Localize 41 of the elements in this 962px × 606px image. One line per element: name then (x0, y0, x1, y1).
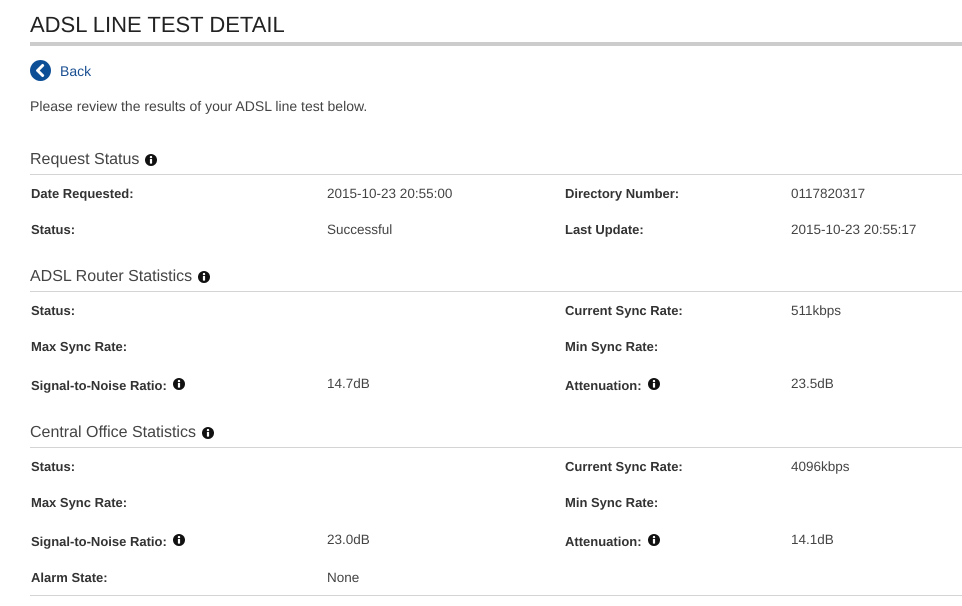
info-icon[interactable] (648, 378, 660, 390)
info-icon[interactable] (198, 271, 210, 283)
field-label: Last Update: (565, 222, 644, 236)
field-label: Status: (31, 222, 76, 236)
field-label: Directory Number: (565, 186, 680, 200)
field-value: 14.1dB (791, 532, 834, 547)
field-label: Date Requested: (31, 186, 134, 200)
field-label: Current Sync Rate: (565, 458, 683, 474)
info-icon[interactable] (145, 154, 158, 166)
info-icon[interactable] (202, 427, 214, 439)
field-value: None (327, 570, 360, 584)
intro-text: Please review the results of your ADSL line test below. (30, 97, 368, 116)
field-label: Min Sync Rate: (565, 494, 658, 510)
field-label: Current Sync Rate: (565, 302, 683, 318)
field-label: Signal-to-Noise Ratio: (31, 376, 167, 392)
field-label: Alarm State: (31, 570, 108, 584)
field-label: Max Sync Rate: (31, 494, 128, 510)
field-value: 23.5dB (791, 376, 834, 391)
field-label: Attenuation: (565, 376, 642, 392)
field-value: 4096kbps (791, 458, 850, 474)
field-value: 511kbps (791, 302, 842, 318)
section-heading: ADSL Router Statistics (30, 267, 192, 287)
page-title: ADSL LINE TEST DETAIL (30, 12, 285, 38)
field-label: Signal-to-Noise Ratio: (31, 532, 167, 548)
field-value: 23.0dB (327, 532, 370, 547)
back-link[interactable]: Back (30, 60, 92, 81)
field-label: Min Sync Rate: (565, 338, 658, 354)
info-icon[interactable] (172, 534, 185, 546)
info-icon[interactable] (172, 378, 185, 390)
field-label: Status: (31, 302, 76, 318)
field-label: Max Sync Rate: (31, 338, 128, 354)
field-label: Attenuation: (565, 532, 642, 548)
field-label: Status: (31, 458, 76, 474)
field-value: 2015-10-23 20:55:00 (327, 186, 452, 200)
field-value: 2015-10-23 20:55:17 (791, 222, 916, 236)
info-icon[interactable] (648, 534, 660, 546)
section-heading: Central Office Statistics (30, 423, 196, 443)
field-value: 0117820317 (791, 186, 866, 200)
field-value: Successful (327, 222, 392, 236)
section-heading: Request Status (30, 150, 140, 170)
field-value: 14.7dB (327, 376, 370, 391)
